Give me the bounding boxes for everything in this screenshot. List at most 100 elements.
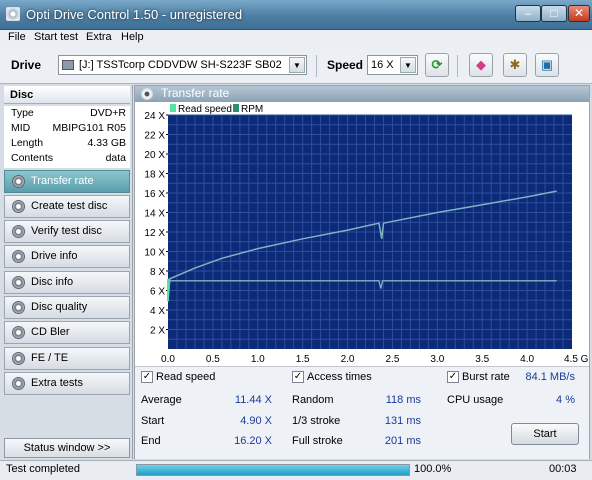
x-tick-label: 1.5	[296, 354, 310, 365]
y-tick-label: 10 X	[144, 248, 165, 259]
y-tick-label: 20 X	[144, 150, 165, 161]
end-speed-label: End	[141, 435, 161, 447]
y-tick-label: 22 X	[144, 131, 165, 142]
nav-fe-te[interactable]: FE / TE	[4, 347, 130, 370]
average-label: Average	[141, 394, 182, 406]
start-speed-value: 4.90 X	[240, 415, 272, 427]
minimize-button[interactable]: –	[515, 5, 541, 22]
drive-icon	[62, 60, 74, 70]
y-tick-label: 8 X	[150, 267, 165, 278]
x-tick-label: 3.5	[475, 354, 489, 365]
legend-swatch-rpm	[233, 104, 239, 112]
burst-rate-value: 84.1 MB/s	[525, 371, 575, 383]
status-window-button[interactable]: Status window >>	[4, 438, 130, 458]
random-value: 118 ms	[385, 394, 421, 406]
disc-row-contents: Contents data	[4, 151, 130, 168]
disc-row-type: Type DVD+R	[4, 106, 130, 121]
disc-icon	[12, 377, 25, 390]
legend-read-speed: Read speed	[178, 104, 232, 115]
legend-rpm: RPM	[241, 104, 263, 115]
read-speed-label: Read speed	[156, 371, 216, 383]
cpu-usage-value: 4 %	[556, 394, 575, 406]
disc-icon	[12, 301, 25, 314]
y-tick-label: 24 X	[144, 111, 165, 122]
speed-value: 16 X	[371, 59, 394, 71]
start-button[interactable]: Start	[511, 423, 579, 445]
disc-icon	[141, 88, 153, 100]
legend-swatch-read-speed	[170, 104, 176, 112]
y-tick-label: 14 X	[144, 209, 165, 220]
progress-fill	[137, 465, 409, 475]
cpu-usage-label: CPU usage	[447, 394, 504, 406]
access-times-checkbox[interactable]: ✓	[292, 371, 304, 383]
app-icon	[6, 7, 20, 21]
disc-icon	[12, 175, 25, 188]
disc-row-length: Length 4.33 GB	[4, 136, 130, 151]
refresh-icon[interactable]: ⟳	[425, 53, 449, 77]
close-button[interactable]: ✕	[568, 5, 590, 22]
x-tick-label: 1.0	[251, 354, 265, 365]
read-speed-checkbox[interactable]: ✓	[141, 371, 153, 383]
nav-disc-quality[interactable]: Disc quality	[4, 296, 130, 319]
full-stroke-label: Full stroke	[292, 435, 343, 447]
x-tick-label: 4.0	[520, 354, 534, 365]
y-tick-label: 16 X	[144, 189, 165, 200]
nav-cd-bler[interactable]: CD Bler	[4, 321, 130, 344]
menu-file[interactable]: File	[8, 31, 26, 43]
disc-icon	[12, 200, 25, 213]
burst-rate-label: Burst rate	[462, 371, 510, 383]
menu-help[interactable]: Help	[121, 31, 144, 43]
random-label: Random	[292, 394, 334, 406]
disc-icon	[12, 276, 25, 289]
y-tick-label: 2 X	[150, 326, 165, 337]
progress-text: 100.0%	[414, 463, 452, 475]
drive-select[interactable]: [J:] TSSTcorp CDDVDW SH-S223F SB02 ▼	[58, 55, 307, 75]
nav-transfer-rate[interactable]: Transfer rate	[4, 170, 130, 193]
window-title: Opti Drive Control 1.50 - unregistered	[26, 7, 243, 22]
x-tick-label: 4.5 GB	[564, 354, 589, 365]
y-tick-label: 4 X	[150, 306, 165, 317]
full-stroke-value: 201 ms	[384, 435, 421, 447]
transfer-rate-chart: 2 X 4 X 6 X 8 X 10 X 12 X 14 X 16 X 18 X 20 X 22 X…	[144, 104, 589, 365]
x-tick-label: 0.0	[161, 354, 175, 365]
menu-extra[interactable]: Extra	[86, 31, 112, 43]
average-value: 11.44 X	[234, 394, 272, 406]
elapsed-time: 00:03	[549, 463, 577, 475]
progress-bar	[136, 464, 410, 476]
nav-create-test-disc[interactable]: Create test disc	[4, 195, 130, 218]
settings-icon[interactable]: ✱	[503, 53, 527, 77]
disc-icon	[12, 250, 25, 263]
y-tick-label: 6 X	[150, 287, 165, 298]
chevron-down-icon: ▼	[400, 57, 416, 73]
toolbar-divider	[457, 55, 458, 77]
maximize-button[interactable]: □	[541, 5, 567, 22]
burst-rate-checkbox[interactable]: ✓	[447, 371, 459, 383]
access-times-label: Access times	[307, 371, 372, 383]
x-tick-label: 0.5	[206, 354, 220, 365]
disc-header: Disc	[4, 86, 130, 104]
speed-label: Speed	[327, 58, 364, 72]
disc-row-mid: MID MBIPG101 R05	[4, 121, 130, 136]
x-tick-label: 3.0	[430, 354, 444, 365]
nav-disc-info[interactable]: Disc info	[4, 271, 130, 294]
x-tick-label: 2.0	[341, 354, 355, 365]
toolbar-divider	[316, 55, 317, 77]
nav-verify-test-disc[interactable]: Verify test disc	[4, 220, 130, 243]
nav-extra-tests[interactable]: Extra tests	[4, 372, 130, 395]
drive-value: [J:] TSSTcorp CDDVDW SH-S223F SB02	[79, 59, 282, 71]
end-speed-value: 16.20 X	[234, 435, 272, 447]
third-stroke-label: 1/3 stroke	[292, 415, 341, 427]
erase-icon[interactable]: ◆	[469, 53, 493, 77]
nav-drive-info[interactable]: Drive info	[4, 245, 130, 268]
y-tick-label: 18 X	[144, 170, 165, 181]
panel-title: Transfer rate	[135, 86, 589, 102]
chevron-down-icon: ▼	[289, 57, 305, 73]
save-icon[interactable]: ▣	[535, 53, 559, 77]
third-stroke-value: 131 ms	[384, 415, 421, 427]
disc-icon	[12, 352, 25, 365]
y-tick-label: 12 X	[144, 228, 165, 239]
x-tick-label: 2.5	[385, 354, 399, 365]
menu-start-test[interactable]: Start test	[34, 31, 78, 43]
speed-select[interactable]: 16 X ▼	[367, 55, 418, 75]
status-text: Test completed	[6, 463, 80, 475]
